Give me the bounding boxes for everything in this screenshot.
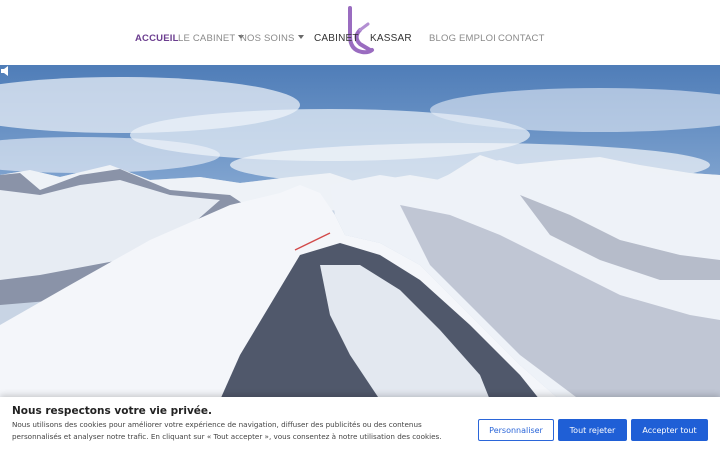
speaker-icon[interactable]: [0, 65, 12, 77]
nav-le-cabinet-label: LE CABINET: [178, 33, 236, 44]
accept-all-button[interactable]: Accepter tout: [631, 419, 708, 441]
logo-text-cabinet: CABINET: [314, 33, 359, 44]
nav-accueil[interactable]: ACCUEIL: [135, 33, 179, 44]
logo-text-kassar: KASSAR: [370, 33, 412, 44]
cookie-description: Nous utilisons des cookies pour améliore…: [12, 420, 442, 441]
nav-contact[interactable]: CONTACT: [498, 33, 545, 44]
reject-all-button[interactable]: Tout rejeter: [558, 419, 627, 441]
logo-mark-icon: [348, 6, 374, 55]
customize-button[interactable]: Personnaliser: [478, 419, 554, 441]
site-logo[interactable]: CABINET KASSAR: [312, 6, 412, 56]
site-header: ACCUEIL LE CABINET NOS SOINS CABINET KAS…: [0, 0, 720, 65]
cookie-banner: Nous respectons votre vie privée. Nous u…: [0, 397, 720, 450]
mountain-scene: [0, 77, 720, 400]
nav-nos-soins-label: NOS SOINS: [240, 33, 295, 44]
nav-le-cabinet[interactable]: LE CABINET: [178, 33, 245, 44]
nav-blog[interactable]: BLOG: [429, 33, 456, 44]
cookie-title: Nous respectons votre vie privée.: [12, 405, 213, 417]
nav-emploi[interactable]: EMPLOI: [459, 33, 496, 44]
hero-video: [0, 65, 720, 400]
chevron-down-icon: [297, 35, 304, 39]
nav-nos-soins[interactable]: NOS SOINS: [240, 33, 304, 44]
